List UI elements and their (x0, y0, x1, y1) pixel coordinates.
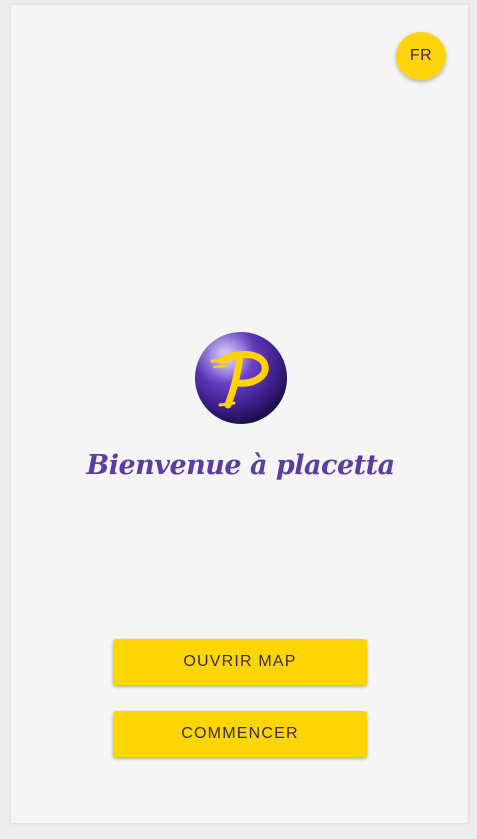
start-button-label: COMMENCER (181, 725, 299, 742)
language-button-label: FR (409, 47, 433, 64)
app-screen: FR Bienvenue à placetta OUVRIR MAP COMME… (10, 4, 469, 824)
open-map-button[interactable]: OUVRIR MAP (113, 639, 367, 685)
placetta-logo-icon (194, 331, 288, 425)
start-button[interactable]: COMMENCER (113, 711, 367, 757)
welcome-title: Bienvenue à placetta (86, 450, 395, 481)
language-button[interactable]: FR (396, 32, 446, 80)
open-map-button-label: OUVRIR MAP (183, 653, 297, 670)
